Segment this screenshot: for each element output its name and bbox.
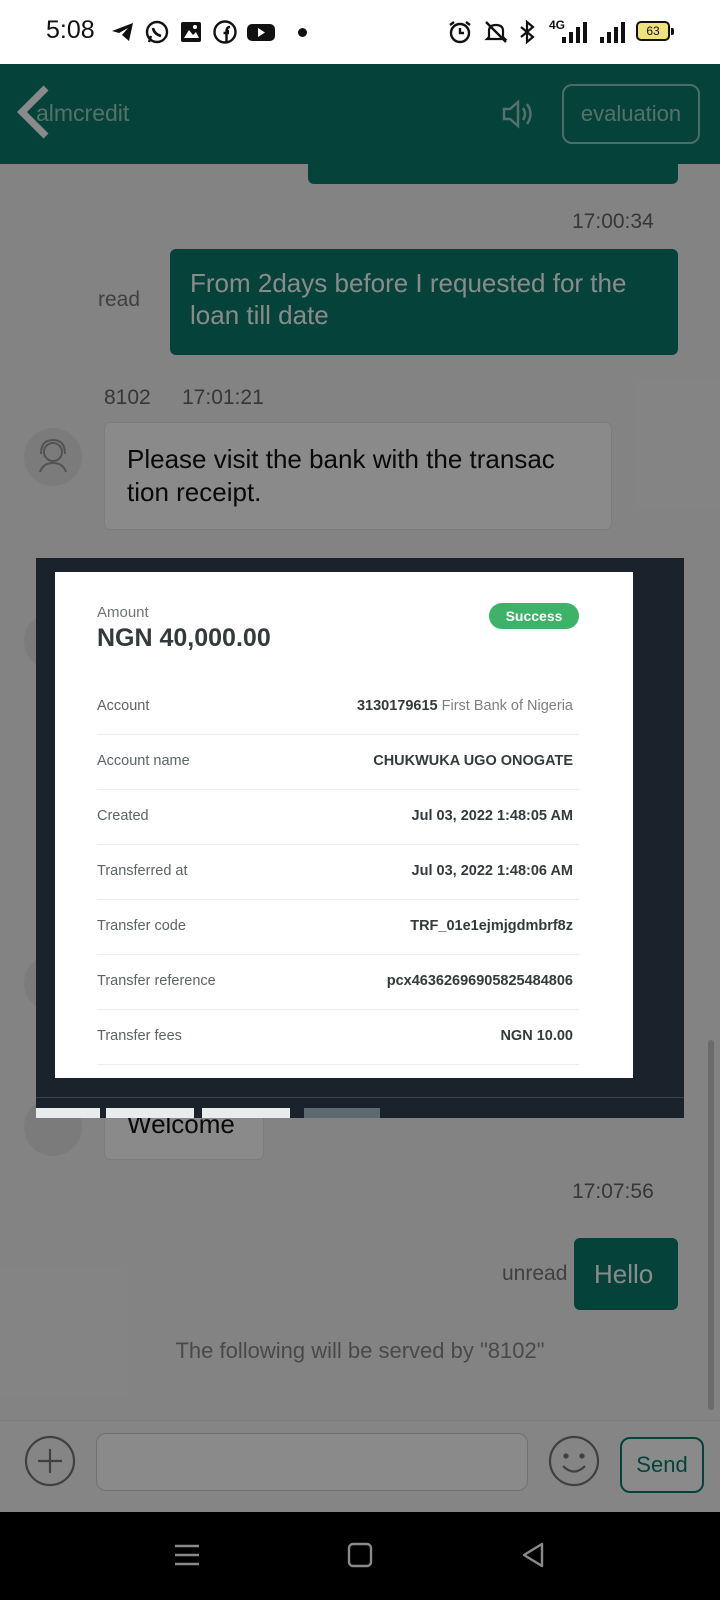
row-value: pcx46362696905825484806 [386,973,573,989]
receipt-row: Created Jul 03, 2022 1:48:05 AM [97,790,579,845]
image-preview[interactable]: Amount NGN 40,000.00 Success Account 313… [36,558,684,1118]
row-label: Created [97,808,149,824]
row-label: Transfer code [97,918,186,934]
row-label: Transferred at [97,863,188,879]
alarm-icon [449,21,471,44]
receipt-row: Transfer fees NGN 10.00 [97,1010,579,1065]
notification-dot-icon [298,28,307,37]
row-value: Jul 03, 2022 1:48:06 AM [411,863,573,879]
row-label: Account [97,698,150,714]
row-label: Transfer fees [97,1028,182,1044]
back-icon[interactable] [516,1538,550,1572]
receipt-row: Account 3130179615 First Bank of Nigeria [97,680,579,735]
thumbnail [36,1108,100,1118]
row-label: Transfer reference [97,973,216,989]
row-value: CHUKWUKA UGO ONOGATE [373,753,573,769]
whatsapp-icon [145,20,169,44]
status-time: 5:08 [46,16,95,44]
transaction-receipt: Amount NGN 40,000.00 Success Account 313… [55,572,633,1078]
status-bar: 5:08 4G 63 [0,0,720,64]
bluetooth-icon [520,19,535,45]
amount-value: NGN 40,000.00 [97,624,271,652]
menu-icon[interactable] [170,1538,204,1572]
gallery-icon [181,22,201,42]
battery-indicator: 63 [636,21,674,41]
divider [36,1097,684,1098]
amount-label: Amount [97,604,149,621]
youtube-icon [247,24,275,41]
row-value: 3130179615 First Bank of Nigeria [357,698,573,714]
home-icon[interactable] [343,1538,377,1572]
row-label: Account name [97,753,190,769]
thumbnail [106,1108,194,1118]
mute-icon [484,21,508,43]
thumbnail [304,1108,380,1118]
status-badge: Success [489,603,579,629]
facebook-icon [213,20,237,44]
row-value: TRF_01e1ejmjgdmbrf8z [410,918,573,934]
row-value: NGN 10.00 [500,1028,573,1044]
bank-name: First Bank of Nigeria [441,698,573,714]
receipt-row: Account name CHUKWUKA UGO ONOGATE [97,735,579,790]
signal-icon [600,22,625,43]
navigation-bar [0,1512,720,1600]
row-value: Jul 03, 2022 1:48:05 AM [411,808,573,824]
signal-icon [562,22,587,43]
account-number: 3130179615 [356,698,438,714]
telegram-icon [112,23,133,41]
receipt-row: Transfer reference pcx463626969058254848… [97,955,579,1010]
receipt-row: Transferred at Jul 03, 2022 1:48:06 AM [97,845,579,900]
receipt-row: Transfer code TRF_01e1ejmjgdmbrf8z [97,900,579,955]
thumbnail [202,1108,290,1118]
